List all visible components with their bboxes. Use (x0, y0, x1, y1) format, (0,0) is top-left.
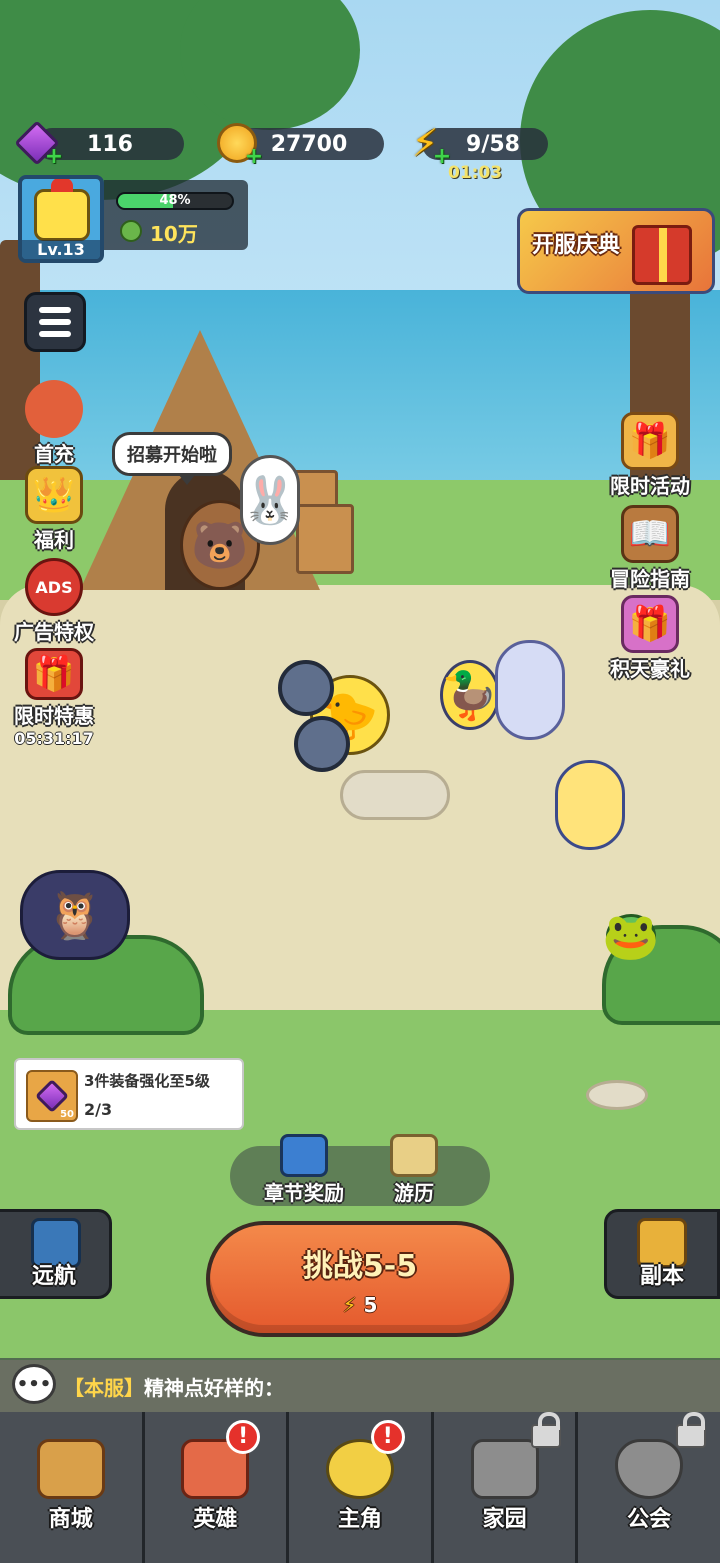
nav-protagonist-label: 主角 (337, 1507, 382, 1532)
gem-count: 116 (87, 131, 133, 157)
voyage-label: 远航 (31, 1264, 76, 1289)
challenge-cost: ⚡ 5 (210, 1293, 510, 1317)
nav-heroes[interactable]: ! 英雄 (144, 1412, 290, 1563)
treasure-chest-icon (280, 1134, 328, 1177)
limited-offer-label: 限时特惠 (14, 704, 94, 728)
nav-home[interactable]: 家园 (433, 1412, 579, 1563)
alert-icon: ! (370, 1420, 405, 1454)
challenge-label: 挑战5-5 (302, 1249, 418, 1284)
welfare-button[interactable]: 👑 福利 (4, 466, 104, 556)
owl-character: 🦉 (20, 870, 130, 960)
house-icon (470, 1439, 539, 1499)
nav-heroes-label: 英雄 (193, 1507, 238, 1532)
daily-gift-button[interactable]: 🎁 积天豪礼 (600, 595, 700, 685)
energy-icon[interactable]: ⚡ + (402, 120, 452, 168)
heroine-portrait-icon (25, 380, 83, 438)
ads-icon: ADS (25, 558, 83, 616)
guild-shield-icon (615, 1439, 684, 1499)
energy-cost-value: 5 (363, 1293, 378, 1317)
server-celebration-banner[interactable]: 开服庆典 (517, 208, 715, 294)
gift-box-icon: 🎁 (25, 648, 83, 700)
voyage-button[interactable]: 远航 (0, 1209, 112, 1299)
crate (296, 504, 354, 574)
daily-gift-label: 积天豪礼 (610, 657, 690, 681)
travel-button[interactable]: 游历 (364, 1134, 464, 1206)
duck-mage: 🦆 (440, 660, 500, 730)
menu-icon (39, 307, 71, 313)
nav-guild[interactable]: 公会 (578, 1412, 720, 1563)
gift-icon (632, 225, 692, 285)
campfire-stones (340, 770, 450, 820)
travel-label: 游历 (394, 1181, 434, 1205)
adventure-guide-button[interactable]: 📖 冒险指南 (600, 505, 700, 595)
alert-icon: ! (226, 1420, 261, 1454)
stone (586, 1080, 648, 1110)
shop-stall-icon (36, 1439, 105, 1499)
gift-pile-icon: 🎁 (621, 412, 679, 470)
bunny-girl-hero (495, 640, 565, 740)
ad-privilege-button[interactable]: ADS 广告特权 (4, 558, 104, 648)
blonde-hero (555, 760, 625, 850)
frying-pan (294, 716, 350, 772)
add-coin-icon[interactable]: + (244, 146, 264, 168)
recruit-speech-bubble: 招募开始啦 (112, 432, 232, 485)
rabbit-character: 🐰 (240, 455, 300, 545)
reward-count: 50 (60, 1109, 74, 1120)
ad-privilege-label: 广告特权 (14, 620, 94, 644)
coin-icon[interactable]: + (214, 120, 263, 168)
coin-count: 27700 (270, 131, 348, 157)
chat-message: 【本服】精神点好样的： (64, 1372, 284, 1401)
quest-card[interactable]: 50 3件装备强化至5级 2/3 (14, 1058, 244, 1130)
fairy-gift-icon: 🎁 (621, 595, 679, 653)
player-level: Lv.13 (22, 240, 100, 259)
energy-timer: 01:03 (448, 163, 503, 183)
gem-icon[interactable]: + (14, 120, 63, 168)
energy-count: 9/58 (466, 131, 520, 157)
nav-protagonist[interactable]: ! 主角 (289, 1412, 434, 1563)
bottom-nav: 商城 ! 英雄 ! 主角 家园 公会 (0, 1412, 720, 1563)
chat-channel: 【本服】 (64, 1376, 144, 1400)
lock-icon (531, 1412, 562, 1448)
nav-guild-label: 公会 (627, 1507, 672, 1532)
frying-pan (278, 660, 334, 716)
exp-percent: 48% (159, 193, 191, 208)
quest-progress: 2/3 (84, 1100, 113, 1119)
player-avatar[interactable]: Lv.13 (18, 175, 104, 263)
server-celebration-label: 开服庆典 (532, 233, 621, 258)
energy-cost-icon: ⚡ (342, 1293, 357, 1317)
challenge-button[interactable]: 挑战5-5 ⚡ 5 (206, 1221, 514, 1337)
nav-shop-label: 商城 (48, 1507, 93, 1532)
dungeon-button[interactable]: 副本 (604, 1209, 720, 1299)
chat-bar[interactable]: ••• 【本服】精神点好样的： (0, 1358, 720, 1412)
welfare-label: 福利 (34, 528, 74, 552)
crown-card-icon: 👑 (25, 466, 83, 524)
chat-text: 精神点好样的： (144, 1376, 284, 1400)
limited-event-button[interactable]: 🎁 限时活动 (600, 412, 700, 502)
player-stats: 48% 10万 (104, 180, 248, 250)
gem-reward-icon: 50 (26, 1070, 78, 1122)
exp-bar: 48% (116, 192, 234, 210)
nav-home-label: 家园 (482, 1507, 527, 1532)
power-fist-icon (120, 220, 142, 242)
add-gem-icon[interactable]: + (44, 146, 64, 168)
dungeon-label: 副本 (639, 1264, 684, 1289)
chapter-reward-button[interactable]: 章节奖励 (254, 1134, 354, 1206)
limited-event-label: 限时活动 (610, 474, 690, 498)
power-value: 10万 (150, 222, 198, 246)
quest-title: 3件装备强化至5级 (84, 1072, 210, 1090)
menu-button[interactable] (24, 292, 86, 352)
guide-book-icon: 📖 (621, 505, 679, 563)
lock-icon (675, 1412, 706, 1448)
adventure-guide-label: 冒险指南 (610, 567, 690, 591)
limited-offer-button[interactable]: 🎁 限时特惠 05:31:17 (4, 648, 104, 748)
limited-offer-timer: 05:31:17 (14, 729, 94, 748)
map-scroll-icon (390, 1134, 438, 1177)
first-recharge-button[interactable]: 首充 (4, 380, 104, 470)
first-recharge-label: 首充 (34, 442, 74, 466)
frog-character: 🐸 (602, 909, 660, 963)
chapter-reward-label: 章节奖励 (264, 1181, 344, 1205)
chick-avatar-icon (34, 179, 90, 241)
chat-bubble-icon[interactable]: ••• (12, 1364, 56, 1404)
nav-shop[interactable]: 商城 (0, 1412, 145, 1563)
